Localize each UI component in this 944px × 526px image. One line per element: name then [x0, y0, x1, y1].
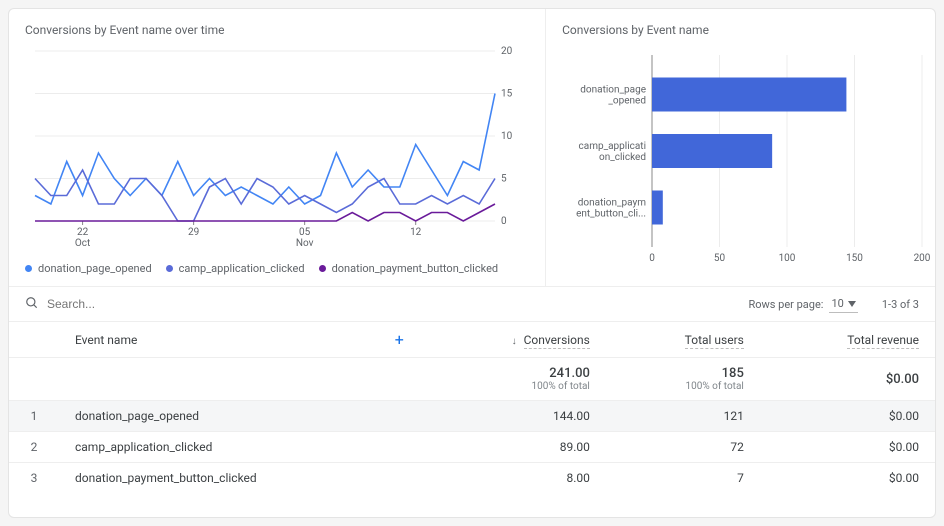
table-row[interactable]: 2camp_application_clicked89.0072$0.00: [9, 432, 935, 463]
row-users: 7: [606, 463, 760, 494]
line-chart-legend: donation_page_opened camp_application_cli…: [25, 262, 529, 275]
col-index: [9, 322, 59, 358]
rows-per-page-value: 10: [831, 297, 843, 310]
legend-item[interactable]: donation_page_opened: [25, 262, 152, 275]
add-dimension-button[interactable]: +: [395, 330, 404, 349]
row-index: 3: [9, 463, 59, 494]
bar-chart-title: Conversions by Event name: [562, 23, 932, 37]
line-chart-title: Conversions by Event name over time: [25, 23, 529, 37]
svg-text:Nov: Nov: [296, 238, 314, 249]
event-name-header-label: Event name: [75, 333, 137, 347]
svg-text:150: 150: [846, 253, 863, 264]
total-revenue-header-label: Total revenue: [847, 333, 919, 349]
row-index: 1: [9, 401, 59, 432]
legend-label: donation_page_opened: [38, 262, 152, 275]
bar-chart-panel: Conversions by Event name 0 50 100 150 200 do…: [546, 9, 936, 286]
rows-per-page-label: Rows per page:: [748, 298, 823, 311]
rows-per-page-select[interactable]: 10: [829, 295, 857, 313]
col-total-users[interactable]: Total users: [606, 322, 760, 358]
row-revenue: $0.00: [760, 432, 935, 463]
svg-text:05: 05: [299, 227, 311, 238]
row-conversions: 144.00: [420, 401, 606, 432]
col-total-revenue[interactable]: Total revenue: [760, 322, 935, 358]
row-revenue: $0.00: [760, 463, 935, 494]
rows-per-page: Rows per page: 10: [748, 295, 857, 313]
table-row[interactable]: 1donation_page_opened144.00121$0.00: [9, 401, 935, 432]
line-chart-panel: Conversions by Event name over time 0510…: [9, 9, 546, 286]
row-event-name: donation_payment_button_clicked: [59, 463, 420, 494]
conversions-header-label: Conversions: [524, 333, 590, 349]
svg-text:0: 0: [649, 253, 655, 264]
charts-row: Conversions by Event name over time 0510…: [9, 9, 935, 287]
search-icon: [25, 296, 39, 313]
svg-text:100: 100: [779, 253, 796, 264]
analytics-card: Conversions by Event name over time 0510…: [8, 8, 936, 518]
table-toolbar: Rows per page: 10 1-3 of 3: [9, 287, 935, 322]
legend-label: camp_application_clicked: [179, 262, 305, 275]
svg-text:15: 15: [501, 89, 513, 100]
svg-text:20: 20: [501, 46, 513, 57]
svg-text:10: 10: [501, 131, 513, 142]
svg-text:donation_paym: donation_paym: [578, 198, 646, 209]
svg-text:29: 29: [188, 227, 199, 238]
svg-text:donation_page: donation_page: [580, 85, 646, 96]
page-range: 1-3 of 3: [882, 298, 919, 311]
row-users: 121: [606, 401, 760, 432]
search-input[interactable]: [47, 293, 287, 315]
svg-text:camp_applicati: camp_applicati: [579, 141, 646, 152]
row-conversions: 8.00: [420, 463, 606, 494]
col-conversions[interactable]: ↓ Conversions: [420, 322, 606, 358]
legend-dot-icon: [166, 265, 173, 272]
conversions-table: Event name + ↓ Conversions Total users T…: [9, 322, 935, 493]
totals-users: 185 100% of total: [606, 358, 760, 401]
total-users-header-label: Total users: [685, 333, 744, 349]
row-event-name: donation_page_opened: [59, 401, 420, 432]
svg-text:50: 50: [714, 253, 726, 264]
totals-revenue: $0.00: [760, 358, 935, 401]
svg-text:Oct: Oct: [75, 238, 90, 249]
legend-item[interactable]: camp_application_clicked: [166, 262, 305, 275]
svg-text:5: 5: [501, 174, 507, 185]
row-revenue: $0.00: [760, 401, 935, 432]
col-event-name[interactable]: Event name +: [59, 322, 420, 358]
legend-dot-icon: [25, 265, 32, 272]
svg-text:on_clicked: on_clicked: [599, 152, 646, 163]
row-index: 2: [9, 432, 59, 463]
legend-item[interactable]: donation_payment_button_clicked: [319, 262, 499, 275]
totals-conversions: 241.00 100% of total: [420, 358, 606, 401]
svg-text:22: 22: [77, 227, 89, 238]
svg-text:12: 12: [410, 227, 422, 238]
table-row[interactable]: 3donation_payment_button_clicked8.007$0.…: [9, 463, 935, 494]
row-conversions: 89.00: [420, 432, 606, 463]
bar-chart[interactable]: 0 50 100 150 200 donation_page_opened camp_app…: [562, 45, 932, 273]
row-users: 72: [606, 432, 760, 463]
sort-down-icon: ↓: [512, 336, 517, 347]
row-event-name: camp_application_clicked: [59, 432, 420, 463]
svg-text:200: 200: [914, 253, 931, 264]
legend-label: donation_payment_button_clicked: [332, 262, 499, 275]
svg-text:ent_button_cli...: ent_button_cli...: [576, 209, 646, 220]
svg-text:_opened: _opened: [608, 96, 646, 107]
line-chart[interactable]: 0510152022Oct2905Nov12: [25, 45, 525, 253]
caret-down-icon: [848, 297, 856, 310]
svg-text:0: 0: [501, 216, 507, 227]
legend-dot-icon: [319, 265, 326, 272]
